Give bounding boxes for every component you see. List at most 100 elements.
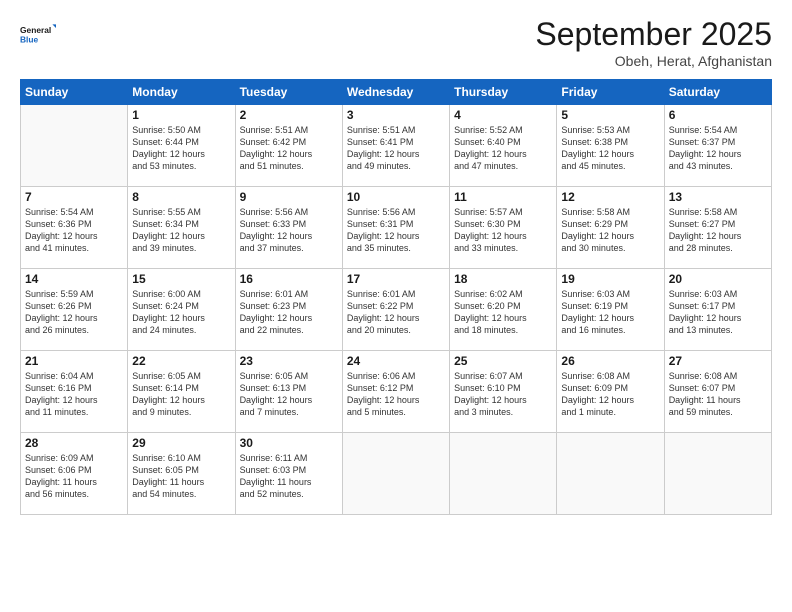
- calendar-day-header: Tuesday: [235, 80, 342, 105]
- day-number: 7: [25, 190, 123, 204]
- day-number: 2: [240, 108, 338, 122]
- calendar-cell: [557, 433, 664, 515]
- day-number: 22: [132, 354, 230, 368]
- day-info: Sunrise: 6:00 AM Sunset: 6:24 PM Dayligh…: [132, 288, 230, 337]
- calendar-cell: 27 Sunrise: 6:08 AM Sunset: 6:07 PM Dayli…: [664, 351, 771, 433]
- day-info: Sunrise: 6:09 AM Sunset: 6:06 PM Dayligh…: [25, 452, 123, 501]
- calendar-cell: 9 Sunrise: 5:56 AM Sunset: 6:33 PM Daylig…: [235, 187, 342, 269]
- calendar-cell: 19Sunrise: 6:03 AM Sunset: 6:19 PM Dayli…: [557, 269, 664, 351]
- day-info: Sunrise: 5:58 AM Sunset: 6:27 PM Dayligh…: [669, 206, 767, 255]
- calendar-cell: 18 Sunrise: 6:02 AM Sunset: 6:20 PM Dayli…: [450, 269, 557, 351]
- calendar-table: SundayMondayTuesdayWednesdayThursdayFrid…: [20, 79, 772, 515]
- day-info: Sunrise: 5:56 AM Sunset: 6:31 PM Dayligh…: [347, 206, 445, 255]
- day-number: 10: [347, 190, 445, 204]
- logo: General Blue: [20, 16, 56, 52]
- calendar-cell: 21 Sunrise: 6:04 AM Sunset: 6:16 PM Dayli…: [21, 351, 128, 433]
- calendar-cell: 11 Sunrise: 5:57 AM Sunset: 6:30 PM Dayli…: [450, 187, 557, 269]
- calendar-cell: 6 Sunrise: 5:54 AM Sunset: 6:37 PM Daylig…: [664, 105, 771, 187]
- day-info: Sunrise: 5:52 AM Sunset: 6:40 PM Dayligh…: [454, 124, 552, 173]
- day-number: 15: [132, 272, 230, 286]
- calendar-header-row: SundayMondayTuesdayWednesdayThursdayFrid…: [21, 80, 772, 105]
- day-info: Sunrise: 6:08 AM Sunset: 6:07 PM Dayligh…: [669, 370, 767, 419]
- page: General Blue September 2025 Obeh, Herat,…: [0, 0, 792, 612]
- calendar-cell: 20 Sunrise: 6:03 AM Sunset: 6:17 PM Dayli…: [664, 269, 771, 351]
- day-number: 6: [669, 108, 767, 122]
- calendar-cell: 16 Sunrise: 6:01 AM Sunset: 6:23 PM Dayli…: [235, 269, 342, 351]
- calendar-cell: 3 Sunrise: 5:51 AM Sunset: 6:41 PM Daylig…: [342, 105, 449, 187]
- day-number: 12: [561, 190, 659, 204]
- day-number: 28: [25, 436, 123, 450]
- day-info: Sunrise: 6:01 AM Sunset: 6:23 PM Dayligh…: [240, 288, 338, 337]
- calendar-cell: 2 Sunrise: 5:51 AM Sunset: 6:42 PM Daylig…: [235, 105, 342, 187]
- calendar-cell: 30 Sunrise: 6:11 AM Sunset: 6:03 PM Dayli…: [235, 433, 342, 515]
- day-number: 24: [347, 354, 445, 368]
- day-number: 29: [132, 436, 230, 450]
- calendar-day-header: Friday: [557, 80, 664, 105]
- calendar-cell: 4Sunrise: 5:52 AM Sunset: 6:40 PM Daylig…: [450, 105, 557, 187]
- day-number: 14: [25, 272, 123, 286]
- day-number: 27: [669, 354, 767, 368]
- day-number: 8: [132, 190, 230, 204]
- calendar-week-row: 28 Sunrise: 6:09 AM Sunset: 6:06 PM Dayli…: [21, 433, 772, 515]
- calendar-cell: 24 Sunrise: 6:06 AM Sunset: 6:12 PM Dayli…: [342, 351, 449, 433]
- day-number: 26: [561, 354, 659, 368]
- day-info: Sunrise: 5:58 AM Sunset: 6:29 PM Dayligh…: [561, 206, 659, 255]
- svg-text:General: General: [20, 25, 51, 35]
- day-info: Sunrise: 6:03 AM Sunset: 6:17 PM Dayligh…: [669, 288, 767, 337]
- day-number: 21: [25, 354, 123, 368]
- calendar-week-row: 1Sunrise: 5:50 AM Sunset: 6:44 PM Daylig…: [21, 105, 772, 187]
- day-info: Sunrise: 5:56 AM Sunset: 6:33 PM Dayligh…: [240, 206, 338, 255]
- calendar-cell: 28 Sunrise: 6:09 AM Sunset: 6:06 PM Dayli…: [21, 433, 128, 515]
- day-number: 3: [347, 108, 445, 122]
- calendar-cell: 10 Sunrise: 5:56 AM Sunset: 6:31 PM Dayli…: [342, 187, 449, 269]
- calendar-cell: [342, 433, 449, 515]
- day-number: 11: [454, 190, 552, 204]
- day-info: Sunrise: 6:05 AM Sunset: 6:13 PM Dayligh…: [240, 370, 338, 419]
- day-info: Sunrise: 5:57 AM Sunset: 6:30 PM Dayligh…: [454, 206, 552, 255]
- calendar-day-header: Thursday: [450, 80, 557, 105]
- day-number: 16: [240, 272, 338, 286]
- calendar-cell: 29 Sunrise: 6:10 AM Sunset: 6:05 PM Dayli…: [128, 433, 235, 515]
- day-info: Sunrise: 6:11 AM Sunset: 6:03 PM Dayligh…: [240, 452, 338, 501]
- day-info: Sunrise: 6:01 AM Sunset: 6:22 PM Dayligh…: [347, 288, 445, 337]
- calendar-cell: 22Sunrise: 6:05 AM Sunset: 6:14 PM Dayli…: [128, 351, 235, 433]
- calendar-cell: 8Sunrise: 5:55 AM Sunset: 6:34 PM Daylig…: [128, 187, 235, 269]
- svg-text:Blue: Blue: [20, 34, 39, 44]
- calendar-week-row: 7 Sunrise: 5:54 AM Sunset: 6:36 PM Daylig…: [21, 187, 772, 269]
- calendar-cell: 23 Sunrise: 6:05 AM Sunset: 6:13 PM Dayli…: [235, 351, 342, 433]
- calendar-day-header: Wednesday: [342, 80, 449, 105]
- day-info: Sunrise: 6:10 AM Sunset: 6:05 PM Dayligh…: [132, 452, 230, 501]
- calendar-cell: 1Sunrise: 5:50 AM Sunset: 6:44 PM Daylig…: [128, 105, 235, 187]
- calendar-week-row: 21 Sunrise: 6:04 AM Sunset: 6:16 PM Dayli…: [21, 351, 772, 433]
- calendar-cell: 12 Sunrise: 5:58 AM Sunset: 6:29 PM Dayli…: [557, 187, 664, 269]
- day-info: Sunrise: 6:08 AM Sunset: 6:09 PM Dayligh…: [561, 370, 659, 419]
- day-number: 17: [347, 272, 445, 286]
- day-number: 18: [454, 272, 552, 286]
- day-number: 13: [669, 190, 767, 204]
- day-info: Sunrise: 5:54 AM Sunset: 6:36 PM Dayligh…: [25, 206, 123, 255]
- header: General Blue September 2025 Obeh, Herat,…: [20, 16, 772, 69]
- calendar-cell: 5Sunrise: 5:53 AM Sunset: 6:38 PM Daylig…: [557, 105, 664, 187]
- day-number: 23: [240, 354, 338, 368]
- title-area: September 2025 Obeh, Herat, Afghanistan: [535, 16, 772, 69]
- calendar-cell: [450, 433, 557, 515]
- calendar-cell: [21, 105, 128, 187]
- day-info: Sunrise: 5:51 AM Sunset: 6:42 PM Dayligh…: [240, 124, 338, 173]
- day-info: Sunrise: 6:07 AM Sunset: 6:10 PM Dayligh…: [454, 370, 552, 419]
- day-info: Sunrise: 6:06 AM Sunset: 6:12 PM Dayligh…: [347, 370, 445, 419]
- calendar-week-row: 14Sunrise: 5:59 AM Sunset: 6:26 PM Dayli…: [21, 269, 772, 351]
- day-number: 20: [669, 272, 767, 286]
- logo-svg: General Blue: [20, 16, 56, 52]
- subtitle: Obeh, Herat, Afghanistan: [535, 53, 772, 69]
- calendar-cell: 15 Sunrise: 6:00 AM Sunset: 6:24 PM Dayli…: [128, 269, 235, 351]
- day-number: 1: [132, 108, 230, 122]
- day-info: Sunrise: 6:03 AM Sunset: 6:19 PM Dayligh…: [561, 288, 659, 337]
- day-info: Sunrise: 5:51 AM Sunset: 6:41 PM Dayligh…: [347, 124, 445, 173]
- day-info: Sunrise: 5:54 AM Sunset: 6:37 PM Dayligh…: [669, 124, 767, 173]
- day-number: 30: [240, 436, 338, 450]
- calendar-cell: 26 Sunrise: 6:08 AM Sunset: 6:09 PM Dayli…: [557, 351, 664, 433]
- day-number: 9: [240, 190, 338, 204]
- day-info: Sunrise: 6:04 AM Sunset: 6:16 PM Dayligh…: [25, 370, 123, 419]
- calendar-cell: 13 Sunrise: 5:58 AM Sunset: 6:27 PM Dayli…: [664, 187, 771, 269]
- day-info: Sunrise: 6:02 AM Sunset: 6:20 PM Dayligh…: [454, 288, 552, 337]
